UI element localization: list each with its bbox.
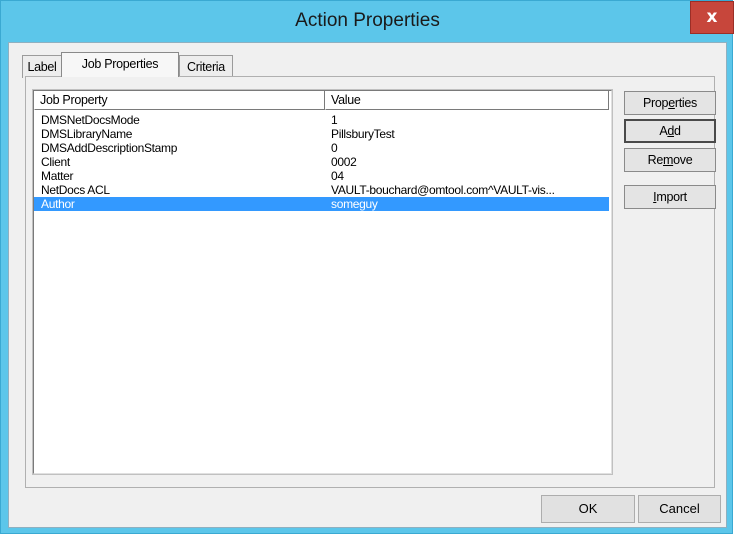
tab-job-properties[interactable]: Job Properties	[61, 52, 179, 77]
row-value: 0002	[331, 155, 357, 169]
table-row[interactable]: Matter 04	[34, 169, 609, 183]
row-property: Client	[41, 155, 70, 169]
tab-label[interactable]: Label	[22, 55, 62, 78]
column-header-job-property[interactable]: Job Property	[34, 91, 325, 110]
window-title: Action Properties	[295, 10, 440, 31]
dialog-body: Label Job Properties Criteria Job Proper…	[8, 42, 727, 528]
close-icon: x	[706, 7, 718, 27]
table-row[interactable]: DMSLibraryName PillsburyTest	[34, 127, 609, 141]
properties-label-accel: e	[668, 96, 675, 110]
add-label-b: d	[674, 124, 681, 138]
import-button[interactable]: Import	[624, 185, 716, 209]
row-property: DMSLibraryName	[41, 127, 133, 141]
tab-label-text: Label	[27, 60, 57, 74]
row-property: Matter	[41, 169, 74, 183]
remove-label-accel: m	[663, 153, 674, 167]
properties-label-a: Prop	[643, 96, 669, 110]
remove-label-b: ove	[673, 153, 693, 167]
row-value: 1	[331, 113, 338, 127]
cancel-button[interactable]: Cancel	[638, 495, 721, 523]
row-value: PillsburyTest	[331, 127, 395, 141]
row-property: DMSNetDocsMode	[41, 113, 140, 127]
close-button[interactable]: x	[690, 1, 734, 34]
dialog-window: Action Properties x Label Job Properties…	[0, 0, 734, 534]
ok-button[interactable]: OK	[541, 495, 635, 523]
title-bar[interactable]: Action Properties x	[1, 1, 734, 41]
tab-criteria[interactable]: Criteria	[179, 55, 233, 78]
table-row-selected[interactable]: Author someguy	[34, 197, 609, 211]
tab-job-properties-text: Job Properties	[81, 57, 159, 71]
table-row[interactable]: DMSNetDocsMode 1	[34, 113, 609, 127]
table-row[interactable]: NetDocs ACL VAULT-bouchard@omtool.com^VA…	[34, 183, 609, 197]
row-value: VAULT-bouchard@omtool.com^VAULT-vis...	[331, 183, 555, 197]
row-property: DMSAddDescriptionStamp	[41, 141, 178, 155]
list-header: Job Property Value	[34, 91, 609, 111]
remove-button[interactable]: Remove	[624, 148, 716, 172]
remove-label-a: Re	[647, 153, 664, 167]
row-property: Author	[41, 197, 75, 211]
import-label-b: mport	[656, 190, 687, 204]
row-value: 04	[331, 169, 344, 183]
table-row[interactable]: Client 0002	[34, 155, 609, 169]
add-button[interactable]: Add	[624, 119, 716, 143]
table-row[interactable]: DMSAddDescriptionStamp 0	[34, 141, 609, 155]
properties-label-b: rties	[674, 96, 697, 110]
row-property: NetDocs ACL	[41, 183, 110, 197]
tab-criteria-text: Criteria	[187, 60, 225, 74]
properties-button[interactable]: Properties	[624, 91, 716, 115]
column-header-value[interactable]: Value	[325, 91, 609, 110]
row-value: 0	[331, 141, 338, 155]
row-value: someguy	[331, 197, 378, 211]
job-properties-list[interactable]: Job Property Value DMSNetDocsMode 1 DMSL…	[32, 89, 613, 475]
